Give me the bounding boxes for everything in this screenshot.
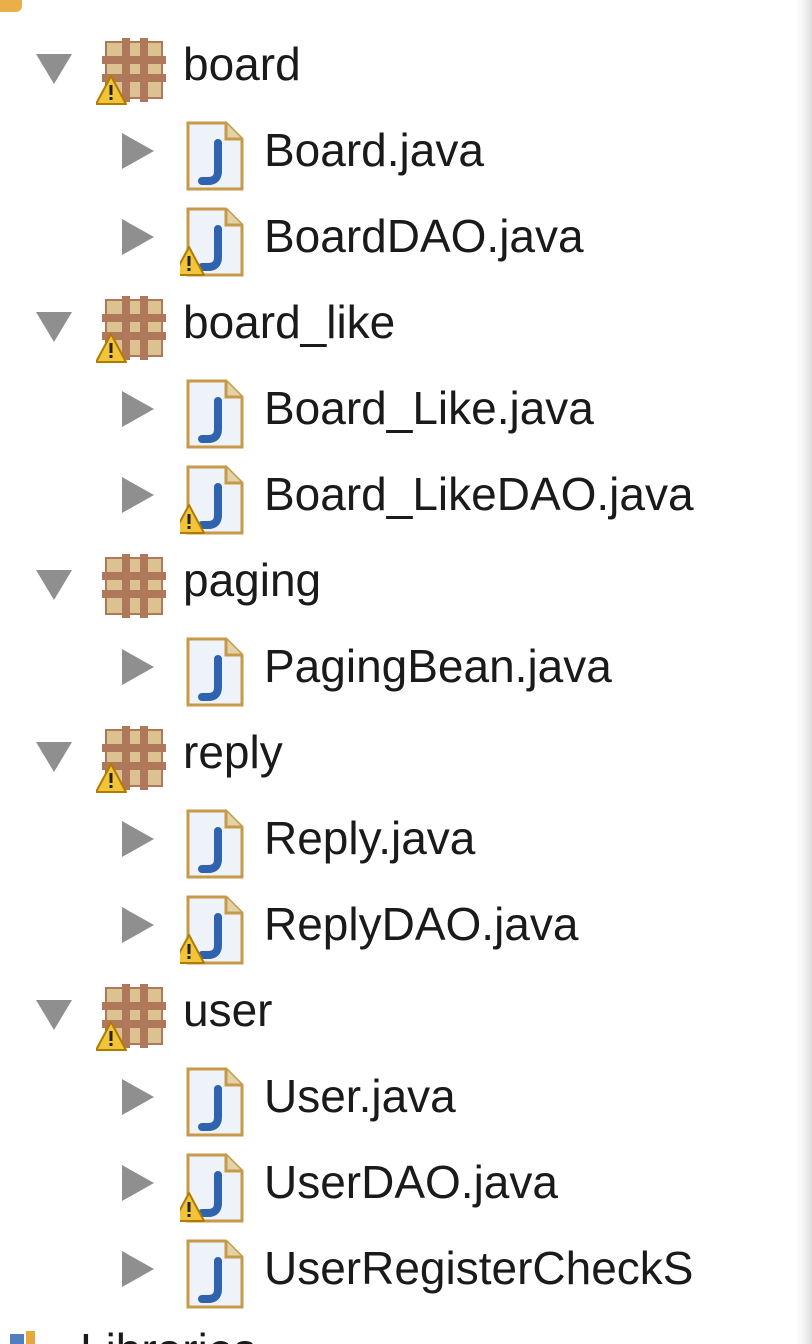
tree-item-file[interactable]: Board_LikeDAO.java bbox=[0, 452, 812, 538]
tree-item-label: UserRegisterCheckS bbox=[264, 1242, 694, 1294]
tree-item-package[interactable]: board_like bbox=[0, 280, 812, 366]
disclosure-collapsed-icon[interactable] bbox=[122, 1251, 154, 1287]
java-file-icon bbox=[186, 379, 244, 449]
tree-item-label: paging bbox=[183, 554, 322, 606]
tree-item-label: BoardDAO.java bbox=[264, 210, 584, 262]
disclosure-collapsed-icon[interactable] bbox=[122, 391, 154, 427]
disclosure-expanded-icon[interactable] bbox=[36, 312, 72, 342]
java-file-icon bbox=[180, 465, 244, 535]
tree-item-file[interactable]: BoardDAO.java bbox=[0, 194, 812, 280]
tree-item-file[interactable]: UserDAO.java bbox=[0, 1140, 812, 1226]
disclosure-expanded-icon[interactable] bbox=[36, 54, 72, 84]
java-file-icon bbox=[186, 637, 244, 707]
tree-item-file[interactable]: ReplyDAO.java bbox=[0, 882, 812, 968]
tree-item-package[interactable]: reply bbox=[0, 710, 812, 796]
java-file-icon bbox=[180, 207, 244, 277]
library-icon bbox=[10, 1331, 35, 1344]
tree-item-label: Board_Like.java bbox=[264, 382, 594, 434]
tree-item-label: PagingBean.java bbox=[264, 640, 612, 692]
tree-item-file[interactable]: User.java bbox=[0, 1054, 812, 1140]
tree-item-label: Board.java bbox=[264, 124, 484, 176]
disclosure-collapsed-icon[interactable] bbox=[122, 821, 154, 857]
tree-item-label: reply bbox=[183, 726, 283, 778]
java-file-icon bbox=[186, 1239, 244, 1309]
tree-item-file[interactable]: Board.java bbox=[0, 108, 812, 194]
package-icon bbox=[96, 38, 166, 105]
tree-item-label: ReplyDAO.java bbox=[264, 898, 579, 950]
folder-icon bbox=[0, 0, 22, 12]
package-icon bbox=[102, 554, 166, 618]
java-file-icon bbox=[186, 1067, 244, 1137]
tree-item-label: board_like bbox=[183, 296, 396, 348]
tree-item-libraries[interactable]: Libraries bbox=[0, 1318, 812, 1344]
tree-item-package[interactable]: board bbox=[0, 22, 812, 108]
tree-item-file[interactable]: Reply.java bbox=[0, 796, 812, 882]
disclosure-collapsed-icon[interactable] bbox=[122, 907, 154, 943]
tree-item-label: Board_LikeDAO.java bbox=[264, 468, 694, 520]
tree-item-label: user bbox=[183, 984, 273, 1036]
java-file-icon bbox=[186, 121, 244, 191]
tree-item-file[interactable]: Board_Like.java bbox=[0, 366, 812, 452]
tree-item-file[interactable]: UserRegisterCheckS bbox=[0, 1226, 812, 1312]
disclosure-collapsed-icon[interactable] bbox=[122, 649, 154, 685]
disclosure-expanded-icon[interactable] bbox=[36, 1000, 72, 1030]
disclosure-collapsed-icon[interactable] bbox=[122, 1079, 154, 1115]
package-icon bbox=[96, 984, 166, 1051]
disclosure-collapsed-icon[interactable] bbox=[122, 477, 154, 513]
java-file-icon bbox=[180, 1153, 244, 1223]
disclosure-collapsed-icon[interactable] bbox=[122, 133, 154, 169]
disclosure-expanded-icon[interactable] bbox=[36, 570, 72, 600]
disclosure-expanded-icon[interactable] bbox=[36, 742, 72, 772]
tree-item-label: UserDAO.java bbox=[264, 1156, 558, 1208]
disclosure-collapsed-icon[interactable] bbox=[122, 219, 154, 255]
package-icon bbox=[96, 726, 166, 793]
tree-item-label: User.java bbox=[264, 1070, 456, 1122]
tree-item-package[interactable]: paging bbox=[0, 538, 812, 624]
disclosure-collapsed-icon[interactable] bbox=[122, 1165, 154, 1201]
tree-item-label: board bbox=[183, 38, 301, 90]
java-file-icon bbox=[186, 809, 244, 879]
package-explorer-tree: board Board.java BoardDAO.java board_like Bo… bbox=[0, 0, 812, 1344]
package-icon bbox=[96, 296, 166, 363]
tree-item-file[interactable]: PagingBean.java bbox=[0, 624, 812, 710]
tree-item-label: Libraries bbox=[80, 1322, 256, 1344]
tree-item-package[interactable]: user bbox=[0, 968, 812, 1054]
java-file-icon bbox=[180, 895, 244, 965]
tree-item-label: Reply.java bbox=[264, 812, 476, 864]
